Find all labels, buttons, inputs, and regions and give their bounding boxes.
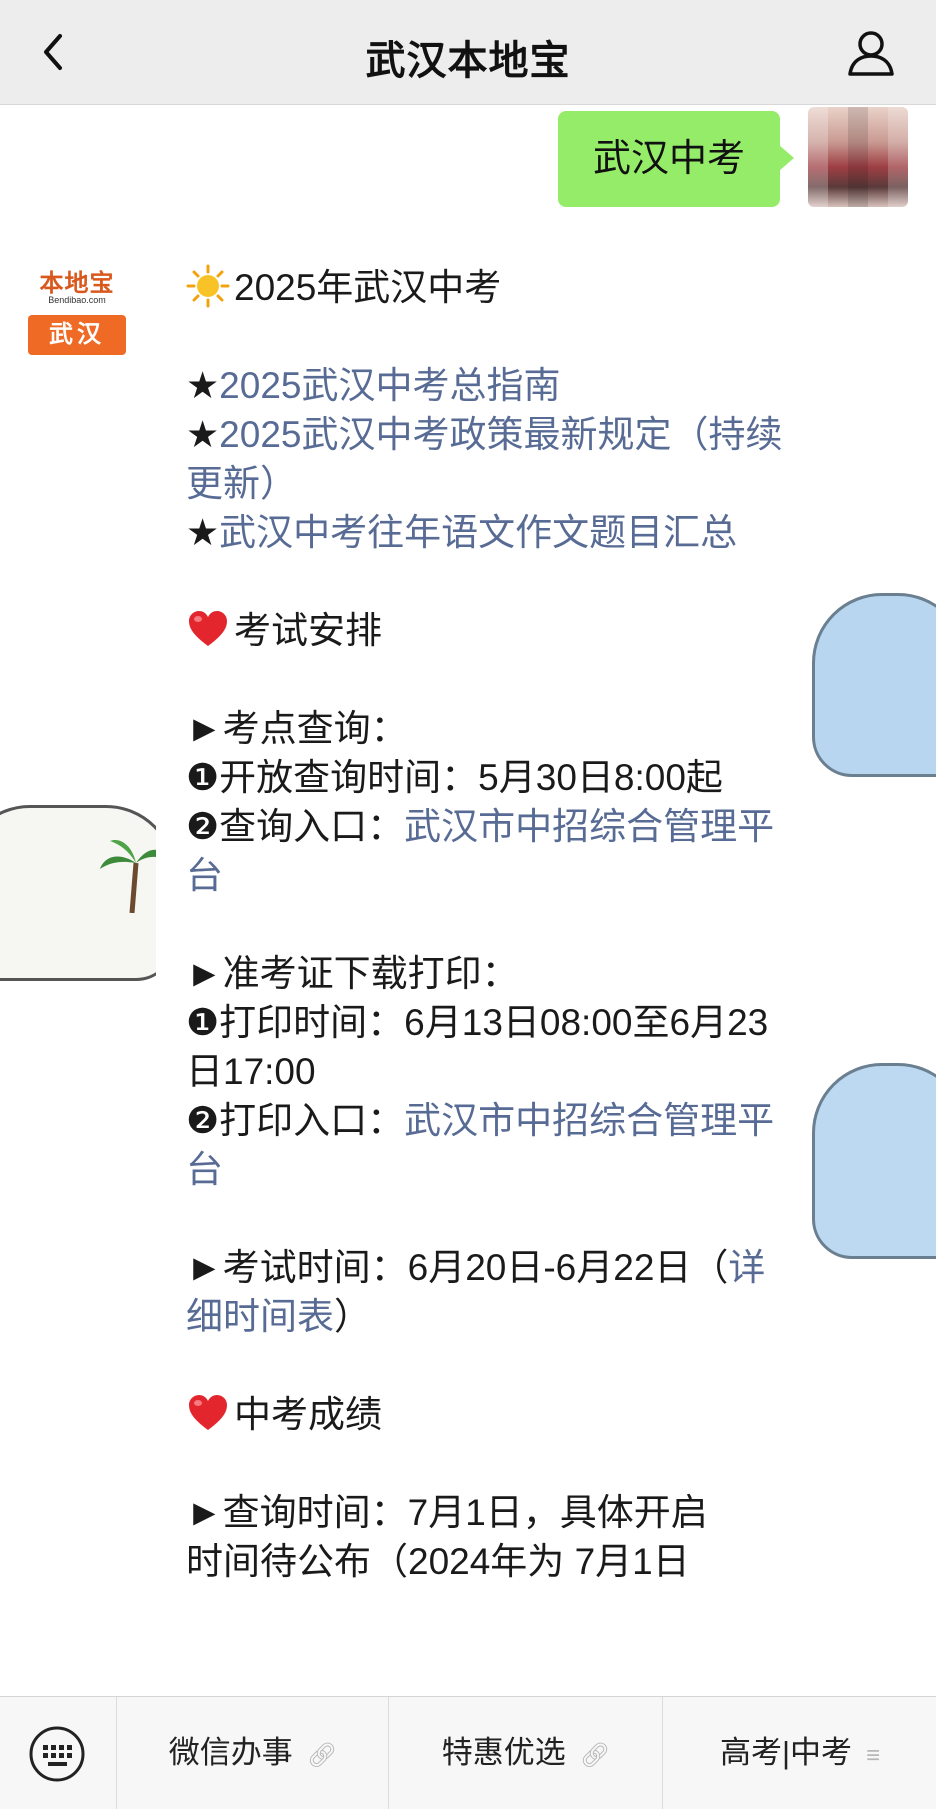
essay-topics-link[interactable]: 武汉中考往年语文作文题目汇总 [219, 512, 737, 553]
link-icon: 🔗︎ [306, 1742, 338, 1769]
score-query-note: 时间待公布（2024年为 7月1日 [186, 1541, 690, 1582]
bot-avatar[interactable]: 本地宝 Bendibao.com 武汉 [28, 259, 126, 357]
score-query-time: ►查询时间：7月1日，具体开启 [186, 1492, 708, 1533]
policy-link[interactable]: 2025武汉中考政策最新规定（持续更新） [186, 414, 782, 504]
section-title-row: 中考成绩 [186, 1390, 786, 1439]
menu-item-deals[interactable]: 特惠优选 🔗︎ [388, 1697, 663, 1809]
menu-item-exams[interactable]: 高考|中考 ≡ [662, 1697, 936, 1809]
profile-button[interactable] [844, 26, 898, 80]
entry-label: ❷查询入口： [186, 806, 405, 847]
menu-item-wechat-services[interactable]: 微信办事 🔗︎ [116, 1697, 389, 1809]
logo-subtext: Bendibao.com [48, 295, 106, 305]
logo-city-badge: 武汉 [28, 315, 126, 355]
user-message-bubble[interactable]: 武汉中考 [558, 111, 794, 207]
bottom-menu: 微信办事 🔗︎ 特惠优选 🔗︎ 高考|中考 ≡ [0, 1696, 936, 1809]
ghost-decoration [812, 593, 936, 777]
link-icon: 🔗︎ [579, 1742, 611, 1769]
essay-link-row: ★武汉中考往年语文作文题目汇总 [186, 508, 786, 557]
exam-time-row: ►考试时间：6月20日-6月22日（详细时间表） [186, 1243, 786, 1341]
guide-link-row: ★2025武汉中考总指南 [186, 361, 786, 410]
user-message-row: 武汉中考 [0, 105, 936, 215]
exam-site-title: ►考点查询： [186, 708, 408, 749]
exam-site-entry-row: ❷查询入口：武汉市中招综合管理平台 [186, 802, 786, 900]
paren: （ [691, 1247, 729, 1288]
keyboard-button[interactable] [28, 1725, 86, 1783]
chat-area[interactable]: 武汉中考 本地宝 Bendibao.com 武汉 2025年武汉中考 ★2025… [0, 105, 936, 1695]
user-avatar[interactable] [808, 107, 908, 207]
admission-print-time: ❶打印时间：6月13日08:00至6月23日17:00 [186, 1002, 769, 1092]
menu-item-label: 高考|中考 [719, 1735, 853, 1770]
message-heading: 2025年武汉中考 [234, 267, 502, 308]
bot-message-bubble: 2025年武汉中考 ★2025武汉中考总指南 ★2025武汉中考政策最新规定（持… [156, 233, 810, 1695]
section-title-row: 考试安排 [186, 606, 786, 655]
exam-time-text: ►考试时间：6月20日-6月22日 [186, 1247, 692, 1288]
paren: ） [334, 1296, 371, 1337]
message-content: 2025年武汉中考 ★2025武汉中考总指南 ★2025武汉中考政策最新规定（持… [186, 263, 786, 1586]
star-icon: ★ [186, 365, 220, 406]
section-title: 中考成绩 [234, 1394, 382, 1435]
logo-text: 本地宝 [39, 271, 115, 297]
user-icon [848, 31, 894, 76]
menu-item-label: 微信办事 [168, 1735, 293, 1770]
star-icon: ★ [186, 512, 220, 553]
page-title: 武汉本地宝 [365, 39, 571, 83]
star-icon: ★ [186, 414, 220, 455]
heart-icon [189, 611, 227, 646]
section-title: 考试安排 [234, 610, 382, 651]
menu-item-label: 特惠优选 [441, 1735, 566, 1770]
admission-ticket-title: ►准考证下载打印： [186, 953, 519, 994]
exam-site-open-time: ❶开放查询时间：5月30日8:00起 [186, 757, 723, 798]
heart-icon [189, 1395, 227, 1430]
message-heading-line: 2025年武汉中考 [186, 263, 786, 312]
ghost-decoration [812, 1063, 936, 1259]
menu-lines-icon: ≡ [866, 1742, 881, 1769]
policy-link-row: ★2025武汉中考政策最新规定（持续更新） [186, 410, 786, 508]
keyboard-icon [29, 1726, 85, 1782]
top-bar: 武汉本地宝 [0, 0, 936, 105]
admission-entry-row: ❷打印入口：武汉市中招综合管理平台 [186, 1096, 786, 1194]
entry-label: ❷打印入口： [186, 1100, 405, 1141]
guide-link[interactable]: 2025武汉中考总指南 [219, 365, 560, 406]
sun-icon [186, 264, 230, 308]
